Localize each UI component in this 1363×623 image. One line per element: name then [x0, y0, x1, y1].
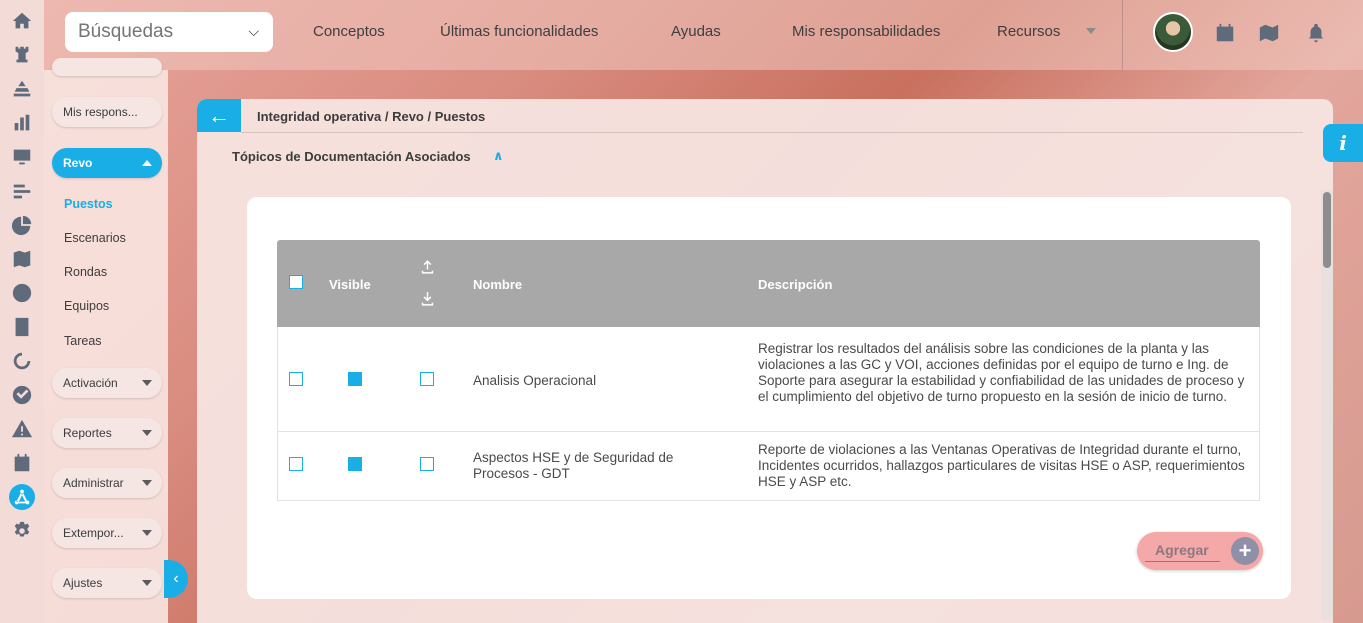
column-visible: Visible [329, 277, 371, 292]
column-nombre: Nombre [473, 277, 523, 292]
table-row: Analisis Operacional Registrar los resul… [277, 327, 1260, 432]
layers-icon[interactable] [9, 76, 35, 102]
row-export-checkbox[interactable] [420, 372, 434, 386]
sidebar-item-label: Activación [63, 376, 118, 390]
sidebar-subitem-tareas[interactable]: Tareas [64, 334, 102, 348]
check-circle-icon[interactable] [9, 382, 35, 408]
sidebar-item-reportes[interactable]: Reportes [52, 418, 162, 448]
clock-icon[interactable] [9, 280, 35, 306]
sidebar-item-label: Extempor... [63, 526, 124, 540]
table-row: Aspectos HSE y de Seguridad de Procesos … [277, 432, 1260, 501]
row-descripcion: Registrar los resultados del análisis so… [758, 341, 1245, 404]
sidebar-item-extemporaneos[interactable]: Extempor... [52, 518, 162, 548]
add-button[interactable]: Agregar + [1137, 532, 1263, 570]
nav-recursos[interactable]: Recursos [997, 23, 1060, 40]
documents-card: Visible Nombre Descripción Analisis Oper… [247, 197, 1291, 599]
nav-more-caret-icon[interactable] [1086, 28, 1096, 34]
home-icon[interactable] [9, 8, 35, 34]
cycle-icon[interactable] [9, 348, 35, 374]
chess-rook-icon[interactable] [9, 42, 35, 68]
sidebar-subitem-equipos[interactable]: Equipos [64, 299, 109, 313]
back-button[interactable]: ← [197, 99, 241, 132]
gear-icon[interactable] [9, 518, 35, 544]
column-descripcion: Descripción [758, 277, 833, 292]
upload-icon[interactable] [419, 258, 436, 275]
sidebar-item-mis-respons[interactable]: Mis respons... [52, 97, 162, 127]
monitor-icon[interactable] [9, 144, 35, 170]
sidebar-subitem-puestos[interactable]: Puestos [64, 197, 113, 211]
row-select-checkbox[interactable] [289, 457, 303, 471]
network-icon[interactable] [9, 484, 35, 510]
row-visible-checkbox[interactable] [348, 372, 362, 386]
add-button-underline [1145, 561, 1220, 562]
sidebar-item-label: Ajustes [63, 576, 103, 590]
row-export-checkbox[interactable] [420, 457, 434, 471]
sidebar-item-revo[interactable]: Revo [52, 148, 162, 178]
sidebar-subitem-rondas[interactable]: Rondas [64, 265, 107, 279]
warning-icon[interactable] [9, 416, 35, 442]
sidebar-item-activacion[interactable]: Activación [52, 368, 162, 398]
sidebar-item-label: Revo [63, 156, 93, 170]
sidebar-item-label: Reportes [63, 426, 112, 440]
list-icon[interactable] [9, 314, 35, 340]
bar-chart-icon[interactable] [9, 110, 35, 136]
chevron-down-icon [142, 480, 152, 486]
sidebar: Mis respons... Revo Puestos Escenarios R… [44, 58, 168, 623]
chevron-down-icon: ⌵ [248, 23, 259, 39]
plus-icon: + [1231, 537, 1259, 565]
chevron-down-icon [142, 530, 152, 536]
calendar-icon[interactable] [1214, 22, 1236, 44]
breadcrumb: Integridad operativa / Revo / Puestos [257, 109, 486, 124]
add-button-label: Agregar [1155, 542, 1209, 558]
filter-bars-icon[interactable] [9, 178, 35, 204]
nav-mis-responsabilidades[interactable]: Mis responsabilidades [792, 23, 940, 40]
sidebar-item-prev[interactable] [52, 58, 162, 76]
select-all-checkbox[interactable] [289, 275, 303, 289]
sidebar-subitem-escenarios[interactable]: Escenarios [64, 231, 126, 245]
table-header: Visible Nombre Descripción [277, 240, 1260, 327]
nav-divider [1122, 0, 1123, 70]
calendar-icon[interactable] [9, 450, 35, 476]
search-label: Búsquedas [78, 21, 174, 42]
scrollbar[interactable] [1321, 190, 1333, 620]
map-icon[interactable] [9, 246, 35, 272]
map-icon[interactable] [1258, 22, 1280, 44]
info-icon: i [1339, 131, 1347, 155]
avatar[interactable] [1153, 12, 1193, 52]
search-dropdown[interactable]: Búsquedas ⌵ [65, 12, 273, 52]
row-nombre: Analisis Operacional [473, 373, 597, 388]
row-select-checkbox[interactable] [289, 372, 303, 386]
collapse-sidebar-button[interactable]: ‹ [164, 560, 188, 598]
nav-conceptos[interactable]: Conceptos [313, 23, 385, 40]
bell-icon[interactable] [1305, 22, 1327, 44]
sidebar-item-ajustes[interactable]: Ajustes [52, 568, 162, 598]
top-bar: Búsquedas ⌵ Conceptos Últimas funcionali… [44, 0, 1363, 70]
chevron-down-icon [142, 580, 152, 586]
chevron-down-icon [142, 380, 152, 386]
chevron-up-icon[interactable]: ∧ [493, 148, 504, 164]
row-visible-checkbox[interactable] [348, 457, 362, 471]
icon-rail [0, 0, 44, 623]
sidebar-item-label: Mis respons... [63, 105, 138, 119]
row-descripcion: Reporte de violaciones a las Ventanas Op… [758, 442, 1245, 489]
chevron-up-icon [142, 160, 152, 166]
row-nombre: Aspectos HSE y de Seguridad de Procesos … [473, 450, 674, 481]
arrow-left-icon: ← [208, 102, 230, 128]
section-title[interactable]: Tópicos de Documentación Asociados [232, 149, 471, 164]
download-icon[interactable] [419, 290, 436, 307]
scrollbar-thumb[interactable] [1323, 192, 1331, 268]
nav-ultimas-funcionalidades[interactable]: Últimas funcionalidades [440, 23, 598, 40]
pie-chart-icon[interactable] [9, 212, 35, 238]
divider [241, 132, 1303, 133]
chevron-down-icon [142, 430, 152, 436]
nav-ayudas[interactable]: Ayudas [671, 23, 721, 40]
info-button[interactable]: i [1323, 124, 1363, 162]
main-panel: ← Integridad operativa / Revo / Puestos … [197, 99, 1333, 623]
sidebar-item-administrar[interactable]: Administrar [52, 468, 162, 498]
sidebar-item-label: Administrar [63, 476, 124, 490]
chevron-left-icon: ‹ [173, 570, 179, 587]
